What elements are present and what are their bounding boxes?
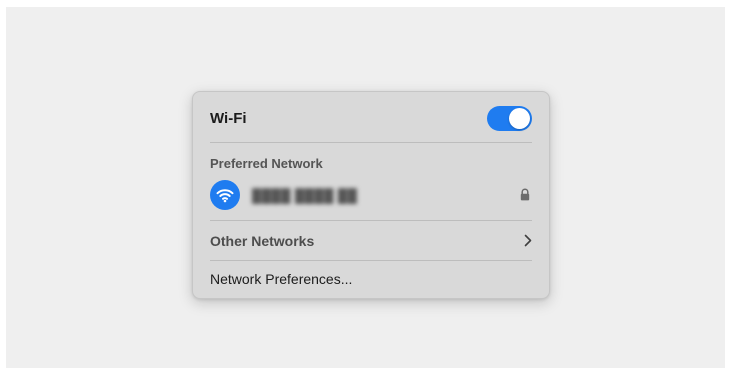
other-networks-label: Other Networks: [210, 233, 315, 249]
desktop-background: Wi-Fi Preferred Network ████ ████ ██ Oth…: [6, 7, 725, 368]
preferred-network-label: Preferred Network: [210, 155, 323, 171]
other-networks-item[interactable]: Other Networks: [210, 232, 532, 250]
toggle-knob: [509, 107, 530, 129]
network-preferences-item[interactable]: Network Preferences...: [210, 270, 532, 288]
network-row[interactable]: ████ ████ ██: [210, 180, 532, 210]
wifi-toggle[interactable]: [487, 105, 532, 131]
network-name: ████ ████ ██: [252, 187, 358, 203]
network-preferences-label: Network Preferences...: [210, 271, 353, 287]
divider: [210, 260, 532, 261]
lock-icon: [520, 188, 530, 206]
chevron-right-icon: [524, 234, 532, 252]
divider: [210, 220, 532, 221]
wifi-header: Wi-Fi: [210, 104, 532, 132]
preferred-network-header: Preferred Network: [210, 154, 532, 172]
wifi-title: Wi-Fi: [210, 109, 247, 127]
wifi-icon: [210, 180, 240, 210]
wifi-menu-panel: Wi-Fi Preferred Network ████ ████ ██ Oth…: [192, 91, 550, 299]
divider: [210, 142, 532, 143]
